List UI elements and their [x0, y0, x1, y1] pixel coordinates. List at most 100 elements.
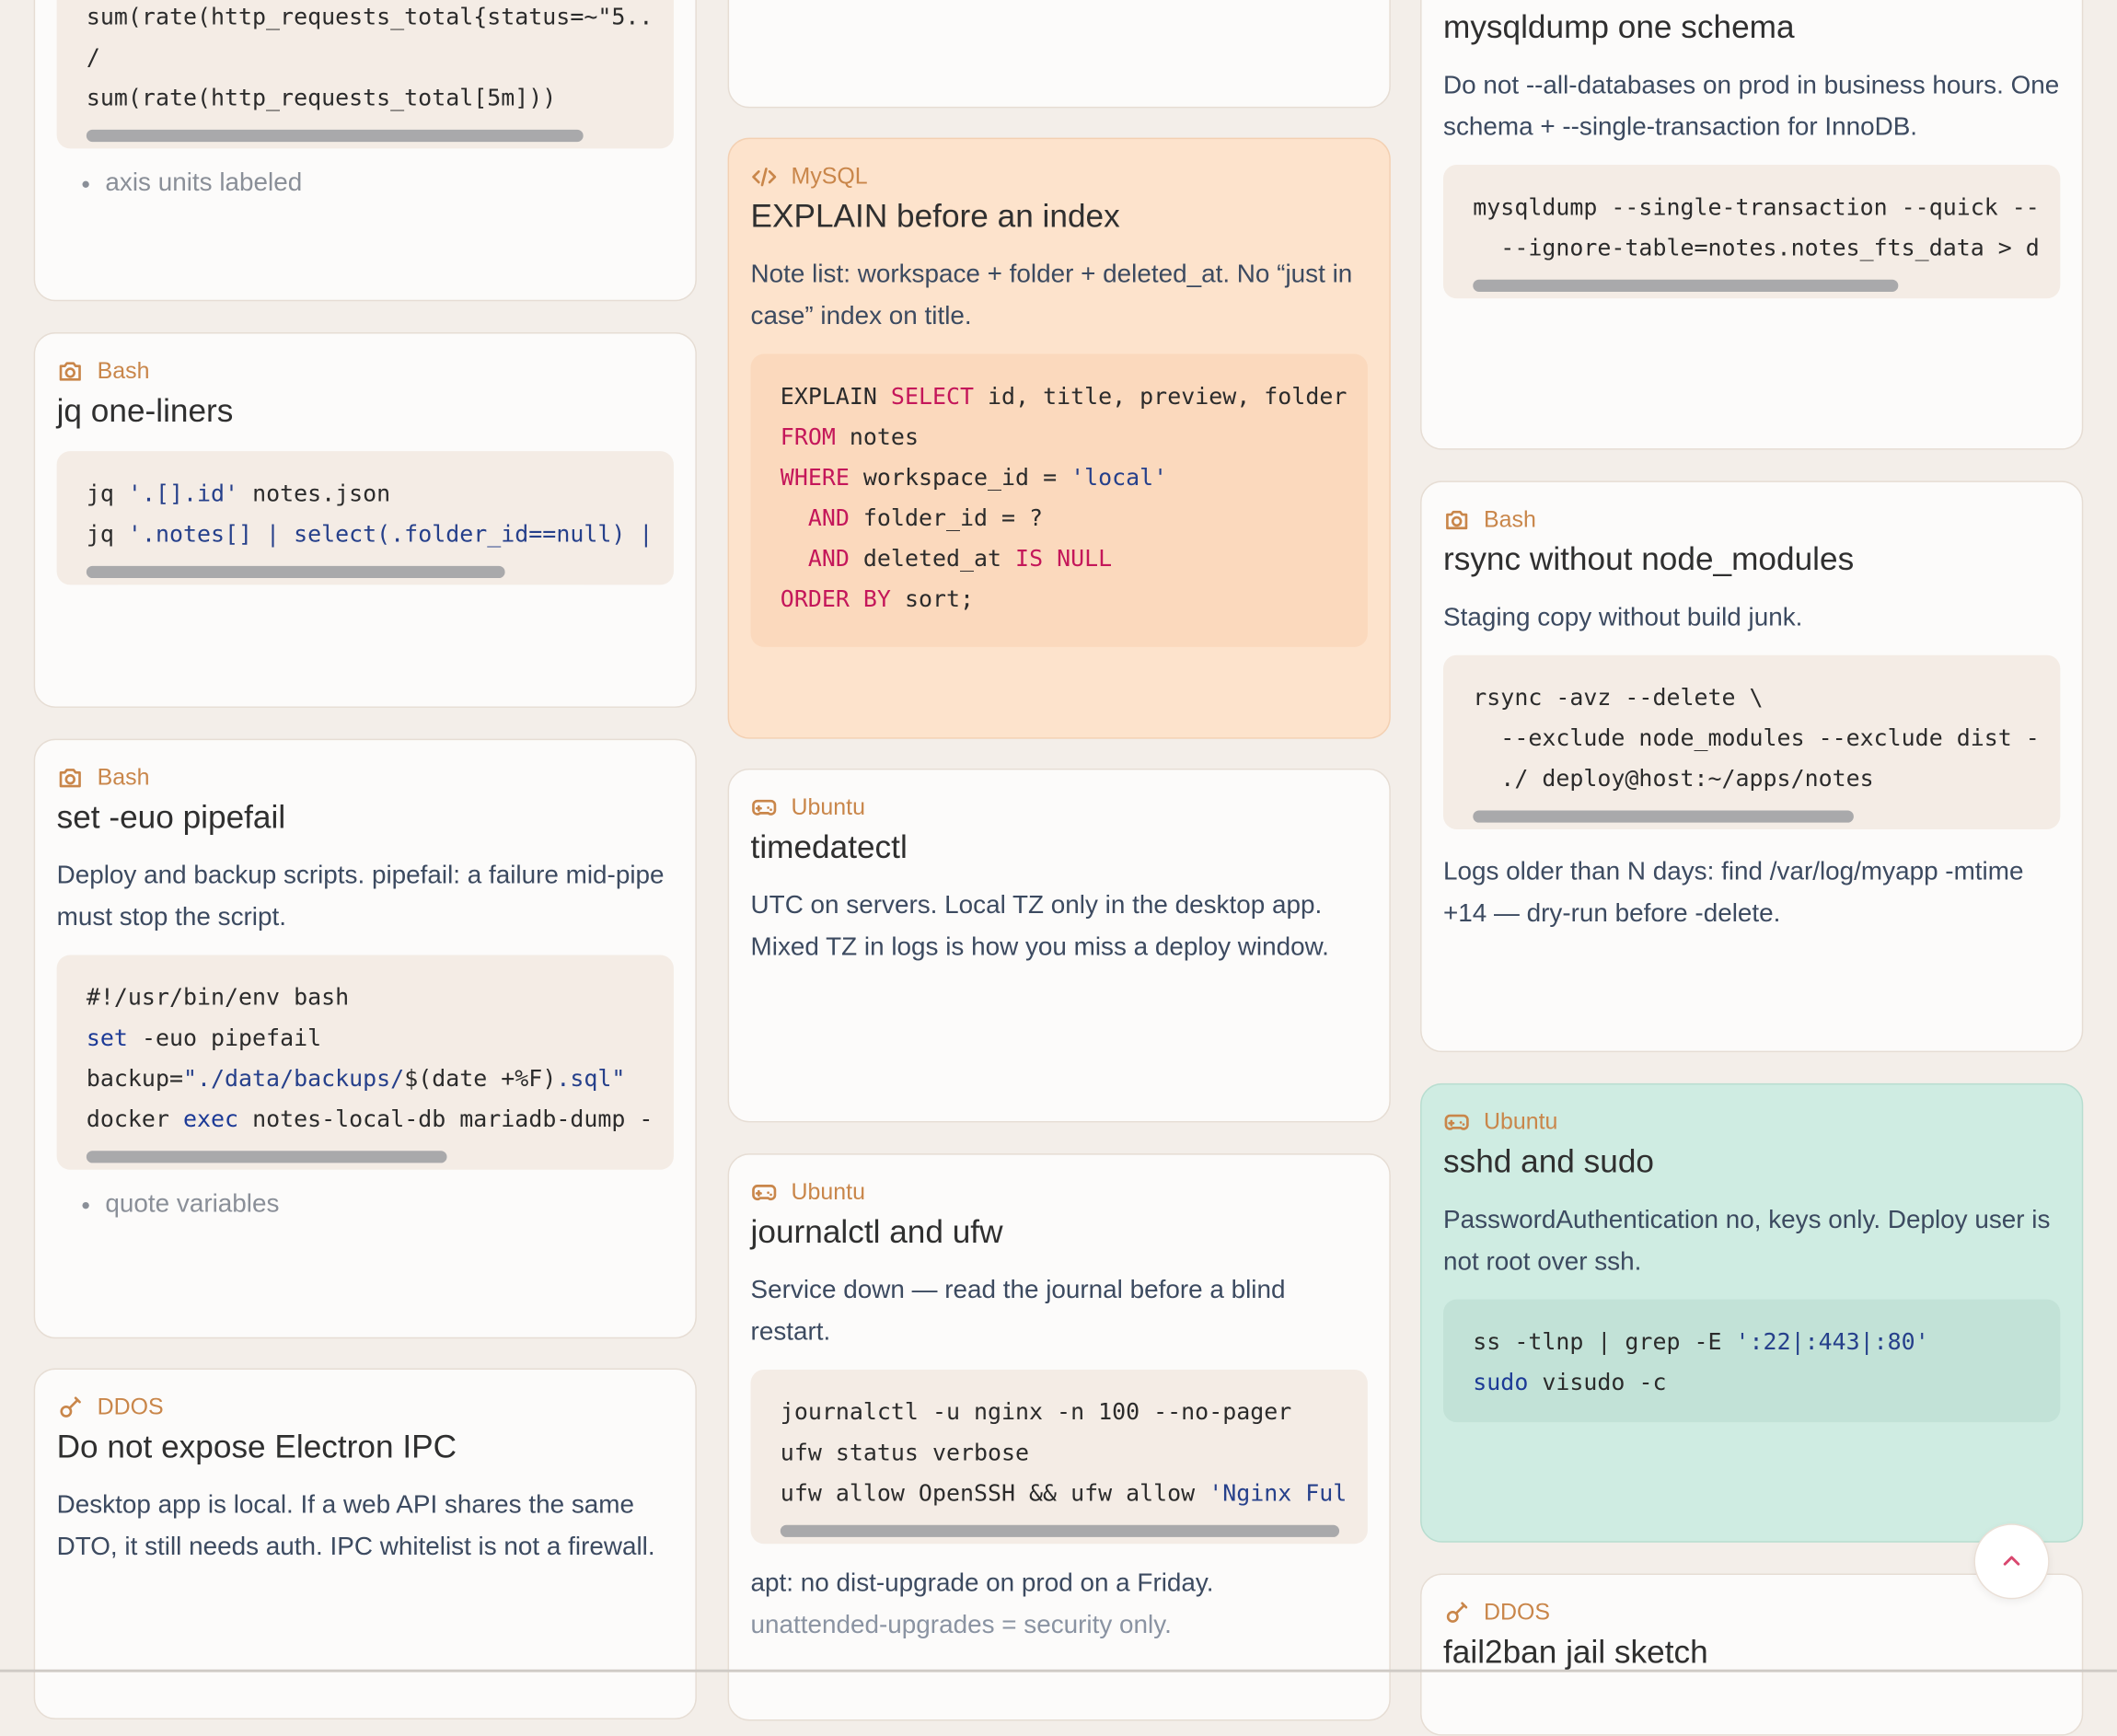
note-card-jq[interactable]: Bash jq one-liners jq '.[].id' notes.jso…	[33, 331, 697, 708]
code-line: ufw allow OpenSSH && ufw allow 'Nginx Fu…	[780, 1480, 1348, 1508]
bullet-list: axis units labeled	[57, 165, 674, 203]
note-card-mysqldump[interactable]: mysqldump one schema Do not --all-databa…	[1420, 0, 2084, 450]
code-scrollbar[interactable]	[1473, 810, 1854, 823]
guitar-icon	[60, 1396, 81, 1418]
code-line: sum(rate(http_requests_total{status=~"5.…	[86, 4, 654, 31]
bullet-item: axis units labeled	[105, 165, 674, 203]
code-line: backup="./data/backups/$(date +%F).sql"	[86, 1065, 626, 1094]
code-line: EXPLAIN SELECT id, title, preview, folde…	[780, 383, 1348, 411]
note-title: Do not expose Electron IPC	[56, 1429, 457, 1466]
code-line: AND folder_id = ?	[780, 504, 1044, 533]
note-tag: Ubuntu	[1443, 1107, 2060, 1137]
code-line: ./ deploy@host:~/apps/notes	[1473, 766, 1874, 793]
note-tag: Bash	[1443, 505, 2060, 535]
note-title: timedatectl	[750, 828, 908, 866]
viewport-edge-divider	[0, 1669, 2117, 1672]
code-line: sum(rate(http_requests_total[5m]))	[86, 85, 557, 112]
gamepad-icon	[752, 1185, 777, 1201]
note-title: fail2ban jail sketch	[1443, 1634, 1708, 1672]
note-card-journalctl[interactable]: Ubuntu journalctl and ufw Service down —…	[727, 1153, 1391, 1721]
note-card-explain[interactable]: MySQL EXPLAIN before an index Note list:…	[727, 137, 1391, 739]
code-block: journalctl -u nginx -n 100 --no-pager uf…	[750, 1369, 1368, 1545]
note-description: UTC on servers. Local TZ only in the des…	[750, 891, 1329, 962]
chevron-up-icon	[2003, 1556, 2020, 1566]
note-footer-text: apt: no dist-upgrade on prod on a Friday…	[750, 1569, 1214, 1640]
note-description: Do not --all-databases on prod in busine…	[1443, 71, 2060, 143]
note-card-prometheus[interactable]: sum(rate(http_requests_total{status=~"5.…	[33, 0, 697, 302]
code-line: FROM notes	[780, 423, 919, 452]
code-line: jq '.notes[] | select(.folder_id==null) …	[86, 521, 654, 549]
note-card-electron[interactable]: DDOS Do not expose Electron IPC Desktop …	[33, 1368, 697, 1720]
note-card-sshd[interactable]: Ubuntu sshd and sudo PasswordAuthenticat…	[1420, 1082, 2084, 1543]
note-card-fail2ban[interactable]: DDOS fail2ban jail sketch	[1420, 1573, 2084, 1736]
note-description: Desktop app is local. If a web API share…	[56, 1491, 655, 1562]
note-description: Service down — read the journal before a…	[750, 1276, 1286, 1347]
note-title: rsync without node_modules	[1443, 541, 1855, 579]
code-line: mysqldump --single-transaction --quick -…	[1473, 194, 2040, 222]
code-block: ss -tlnp | grep -E ':22|:443|:80' sudo v…	[1443, 1299, 2061, 1423]
camera-icon	[59, 362, 81, 381]
code-line: --exclude node_modules --exclude dist -	[1473, 724, 2040, 753]
code-line: #!/usr/bin/env bash	[86, 984, 350, 1013]
code-block: jq '.[].id' notes.json jq '.notes[] | se…	[56, 451, 674, 585]
note-description: Staging copy without build junk.	[1443, 603, 1803, 632]
note-title: journalctl and ufw	[750, 1214, 1003, 1251]
code-line: set -euo pipefail	[86, 1024, 322, 1053]
note-card-rsync[interactable]: Bash rsync without node_modules Staging …	[1420, 480, 2084, 1053]
note-title: mysqldump one schema	[1443, 9, 1795, 46]
code-line: /	[86, 44, 100, 72]
tag-label: Ubuntu	[791, 1179, 865, 1205]
tag-label: DDOS	[1484, 1599, 1551, 1626]
code-line: ss -tlnp | grep -E ':22|:443|:80'	[1473, 1328, 1929, 1357]
tag-label: DDOS	[97, 1394, 164, 1420]
note-description: Deploy and backup scripts. pipefail: a f…	[56, 862, 665, 932]
tag-label: Bash	[97, 764, 150, 791]
note-tag: Ubuntu	[751, 1178, 1368, 1208]
code-block: sum(rate(http_requests_total{status=~"5.…	[56, 0, 674, 149]
note-title: EXPLAIN before an index	[750, 198, 1120, 236]
note-tag: MySQL	[751, 162, 1368, 191]
notes-board: sum(rate(http_requests_total{status=~"5.…	[0, 0, 2117, 1736]
note-description: Note list: workspace + folder + deleted_…	[750, 260, 1353, 331]
note-footer-text: Logs older than N days: find /var/log/my…	[1443, 857, 2024, 929]
code-line: journalctl -u nginx -n 100 --no-pager	[780, 1399, 1292, 1427]
code-line: rsync -avz --delete \	[1473, 684, 1764, 712]
camera-icon	[1446, 510, 1468, 530]
note-tag: Ubuntu	[751, 793, 1368, 822]
code-block: rsync -avz --delete \ --exclude node_mod…	[1443, 654, 2061, 829]
back-to-top-button[interactable]	[1973, 1523, 2050, 1600]
tag-label: Bash	[97, 357, 150, 384]
code-line: sudo visudo -c	[1473, 1369, 1667, 1397]
camera-icon	[59, 769, 81, 788]
note-title: jq one-liners	[56, 393, 234, 430]
tag-label: Ubuntu	[791, 793, 865, 820]
code-line: AND deleted_at IS NULL	[780, 545, 1113, 573]
code-line: ORDER BY sort;	[780, 585, 975, 614]
note-card-pipefail[interactable]: Bash set -euo pipefail Deploy and backup…	[33, 738, 697, 1339]
tag-label: Bash	[1484, 506, 1536, 533]
tag-label: MySQL	[791, 163, 868, 190]
note-tag: Bash	[57, 356, 674, 386]
note-card-timedatectl[interactable]: Ubuntu timedatectl UTC on servers. Local…	[727, 768, 1391, 1123]
code-scrollbar[interactable]	[86, 129, 584, 143]
code-line: --ignore-table=notes.notes_fts_data > d	[1473, 235, 2040, 262]
note-tag: DDOS	[1443, 1598, 2060, 1627]
note-title: set -euo pipefail	[56, 799, 286, 837]
code-icon	[752, 168, 777, 187]
code-line: WHERE workspace_id = 'local'	[780, 464, 1168, 492]
bullet-list: quote variables	[57, 1186, 674, 1223]
note-title: sshd and sudo	[1443, 1143, 1655, 1181]
code-block: EXPLAIN SELECT id, title, preview, folde…	[750, 353, 1368, 647]
bullet-item: quote variables	[105, 1186, 674, 1223]
gamepad-icon	[1444, 1114, 1469, 1130]
code-scrollbar[interactable]	[86, 1151, 447, 1163]
code-scrollbar[interactable]	[780, 1524, 1340, 1537]
code-scrollbar[interactable]	[86, 565, 505, 579]
code-line: jq '.[].id' notes.json	[86, 480, 391, 508]
code-line: ufw status verbose	[780, 1440, 1030, 1467]
code-block: #!/usr/bin/env bash set -euo pipefail ba…	[56, 955, 674, 1170]
note-card-top-partial[interactable]	[727, 0, 1391, 109]
code-line: docker exec notes-local-db mariadb-dump …	[86, 1105, 654, 1134]
code-scrollbar[interactable]	[1473, 279, 1899, 292]
guitar-icon	[1446, 1602, 1468, 1623]
